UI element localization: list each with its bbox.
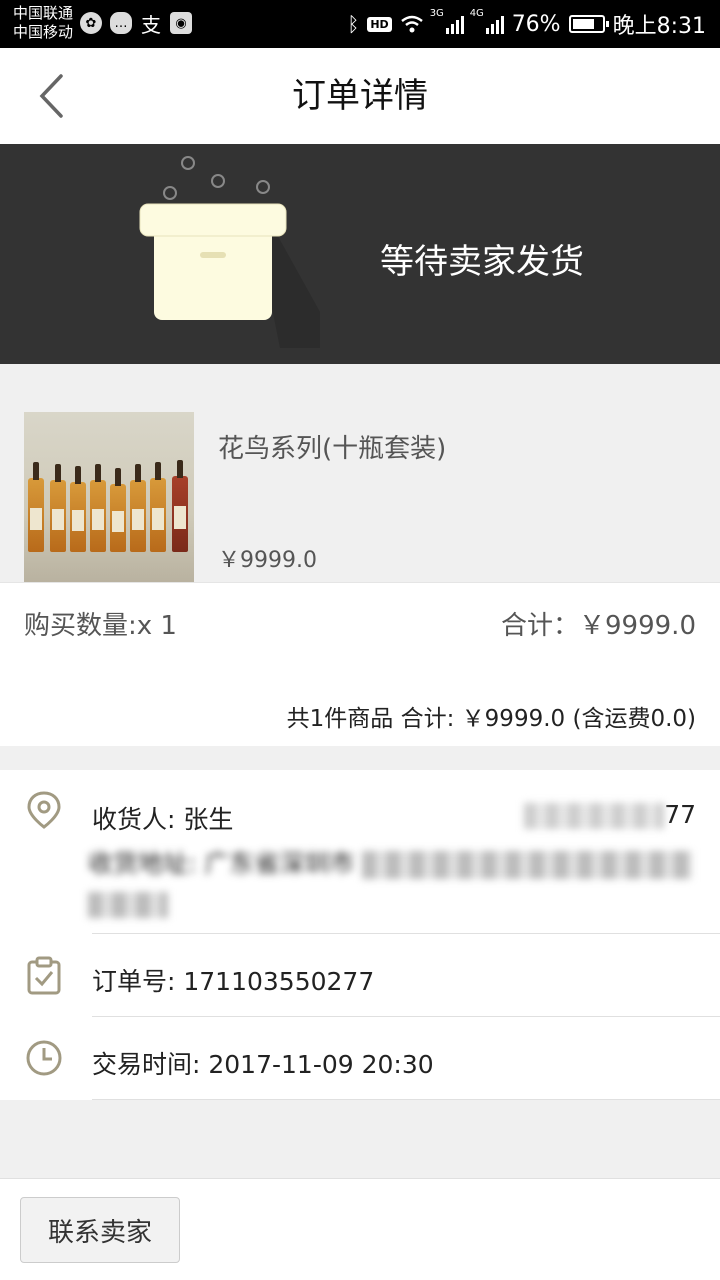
chevron-left-icon [39, 74, 63, 118]
address-text: 收货地址: 广东省深圳市 [88, 849, 355, 878]
product-name: 花鸟系列(十瓶套装) [218, 434, 447, 464]
trade-time: 交易时间: 2017-11-09 20:30 [92, 1050, 434, 1079]
order-summary: 购买数量:x 1 合计：￥9999.0 共1件商品 合计: ￥9999.0 (含… [0, 582, 720, 746]
receiver-address: 收货地址: 广东省深圳市 [88, 844, 694, 924]
divider [92, 1099, 720, 1100]
bluetooth-icon: ᛒ [347, 12, 360, 36]
network-4g: 4G [469, 8, 484, 19]
carrier-2: 中国移动 [13, 23, 74, 41]
divider [92, 1016, 720, 1017]
bottom-bar: 联系卖家 [0, 1178, 720, 1280]
carrier-1: 中国联通 [13, 4, 74, 22]
battery-level: 76% [511, 11, 561, 37]
order-number: 订单号: 171103550277 [92, 967, 375, 996]
page-title: 订单详情 [292, 76, 428, 116]
location-pin-icon [27, 791, 61, 829]
signal-icon: 3G [430, 8, 464, 34]
weibo-icon: ✿ [80, 12, 102, 34]
top-bar: 订单详情 [0, 48, 720, 144]
clock: 晚上8:31 [612, 14, 706, 39]
status-bar: 中国联通 中国移动 ✿ … 支 ◉ ᛒ HD 3G 4G 76% 晚上8:31 [0, 0, 720, 48]
purchase-quantity: 购买数量:x 1 [24, 611, 177, 641]
subtotal: 合计：￥9999.0 [501, 611, 696, 641]
receiver-name: 收货人: 张生 [92, 805, 234, 834]
order-info: 收货人: 张生 77 收货地址: 广东省深圳市 订单号: 17110355027… [0, 770, 720, 1100]
app-icon: ◉ [170, 12, 192, 34]
box-icon [139, 156, 320, 348]
alipay-icon: 支 [141, 12, 161, 37]
carrier-info: 中国联通 中国移动 [13, 4, 73, 42]
receiver-phone: 77 [524, 800, 696, 829]
contact-seller-button[interactable]: 联系卖家 [20, 1197, 180, 1263]
order-status-banner: 等待卖家发货 [0, 144, 720, 364]
order-status-text: 等待卖家发货 [380, 242, 584, 282]
chat-icon: … [110, 12, 132, 34]
battery-icon [568, 15, 609, 33]
clipboard-check-icon [27, 956, 61, 995]
product-image[interactable] [24, 412, 194, 582]
product-price: ￥9999.0 [218, 548, 317, 573]
back-button[interactable] [26, 68, 76, 124]
clock-icon [26, 1040, 62, 1076]
product-card[interactable]: 花鸟系列(十瓶套装) ￥9999.0 [0, 388, 720, 582]
divider [92, 933, 720, 934]
wifi-icon [400, 15, 423, 33]
signal-icon-2: 4G [470, 8, 504, 34]
network-3g: 3G [429, 8, 444, 19]
hd-badge: HD [367, 16, 392, 32]
receiver-phone-suffix: 77 [664, 800, 696, 829]
grand-total: 共1件商品 合计: ￥9999.0 (含运费0.0) [286, 706, 696, 732]
